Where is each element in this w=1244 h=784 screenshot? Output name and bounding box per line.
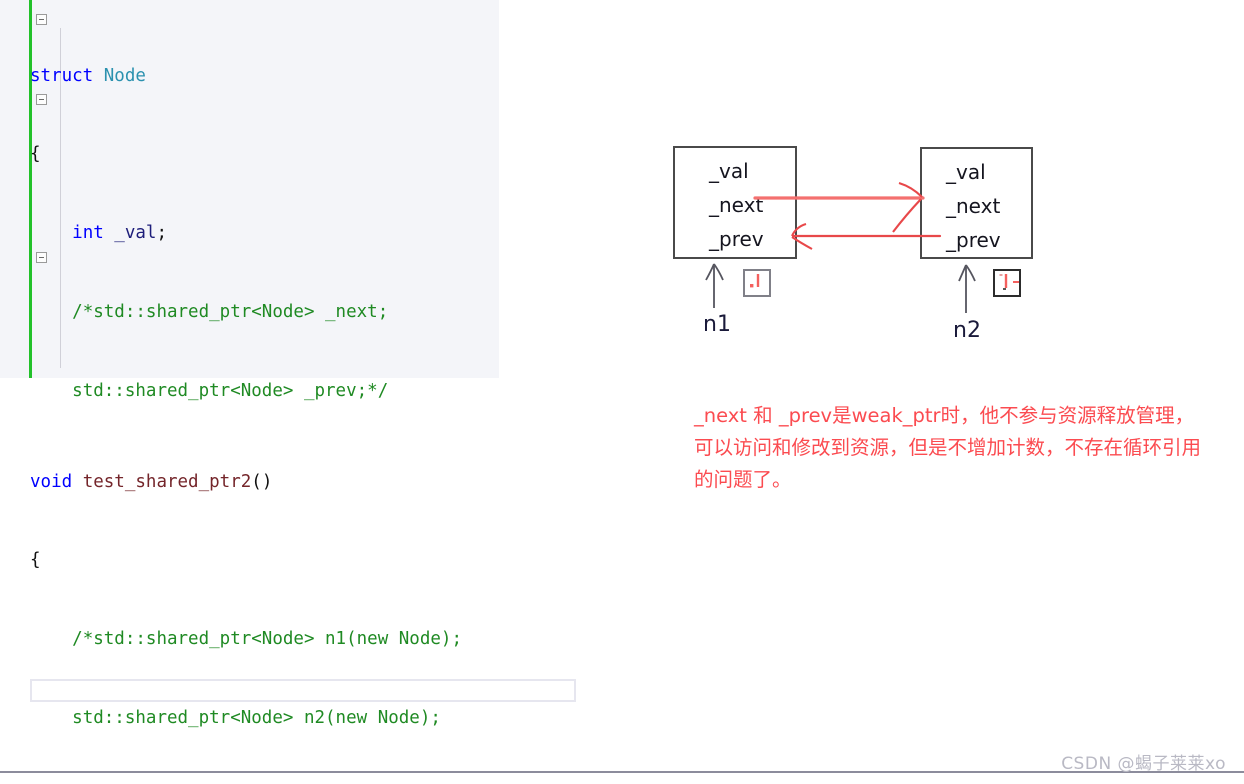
refcount-mark-icon — [750, 274, 760, 288]
code-lines-bottom: void test_shared_ptr2() { /*std::shared_… — [30, 416, 462, 784]
node2-fields: _val _next _prev — [946, 155, 1001, 257]
arrow-n1-to-box — [705, 263, 724, 308]
arrow-prev-n2-to-n1 — [791, 222, 942, 250]
bottom-divider — [0, 771, 1244, 773]
token-keyword: int — [72, 223, 104, 244]
pointer-label-n1: n1 — [703, 312, 731, 337]
token-comment: std::shared_ptr<Node> n2(new Node); — [72, 708, 441, 729]
code-line: void test_shared_ptr2() — [30, 471, 273, 492]
annotation-line-3: 的问题了。 — [694, 468, 792, 491]
code-line: /*std::shared_ptr<Node> n1(new Node); — [30, 626, 462, 652]
code-line: /*std::shared_ptr<Node> _next; — [30, 299, 388, 325]
node2-field-val: _val — [946, 160, 986, 184]
code-line: struct Node — [30, 63, 388, 89]
csdn-watermark: CSDN @蝎子莱莱xo — [1061, 754, 1226, 774]
refcount-mark-icon — [999, 274, 1020, 290]
control-block-n2 — [993, 269, 1021, 297]
node2-field-prev: _prev — [946, 228, 1001, 252]
annotation-text: _next 和 _prev是weak_ptr时，他不参与资源释放管理， 可以访问… — [694, 400, 1239, 496]
code-line: { — [30, 144, 41, 165]
code-line: int _val; — [72, 223, 167, 244]
annotation-line-2: 可以访问和修改到资源，但是不增加计数，不存在循环引用 — [694, 436, 1202, 459]
token-comment: /*std::shared_ptr<Node> _next; — [72, 302, 389, 323]
pointer-label-n2: n2 — [953, 318, 981, 343]
code-line: std::shared_ptr<Node> n2(new Node); — [30, 705, 462, 731]
code-line: { — [30, 550, 41, 571]
token-type: Node — [103, 65, 146, 86]
token-keyword: struct — [30, 65, 94, 86]
control-block-n1 — [743, 269, 771, 297]
token-comment: /*std::shared_ptr<Node> n1(new Node); — [72, 629, 462, 650]
node1-fields: _val _next _prev — [709, 154, 764, 256]
node1-field-next: _next — [709, 193, 764, 217]
arrow-n2-to-box — [958, 264, 976, 313]
screenshot-root: struct Node { int _val; /*std::shared_pt… — [0, 0, 1244, 784]
token-function: test_shared_ptr2 — [82, 471, 252, 492]
node1-field-val: _val — [709, 159, 749, 183]
node-box-n2: _val _next _prev — [920, 147, 1033, 259]
token-comment: std::shared_ptr<Node> _prev;*/ — [72, 381, 389, 402]
node2-field-next: _next — [946, 194, 1001, 218]
token-keyword: void — [30, 471, 73, 492]
current-line-highlight — [30, 679, 576, 702]
node1-field-prev: _prev — [709, 227, 764, 251]
node-box-n1: _val _next _prev — [673, 146, 797, 259]
annotation-line-1: _next 和 _prev是weak_ptr时，他不参与资源释放管理， — [694, 404, 1195, 427]
code-line: std::shared_ptr<Node> _prev;*/ — [30, 378, 388, 404]
token-identifier: _val — [103, 223, 157, 244]
code-editor-struct-node[interactable]: struct Node { int _val; /*std::shared_pt… — [0, 0, 499, 784]
